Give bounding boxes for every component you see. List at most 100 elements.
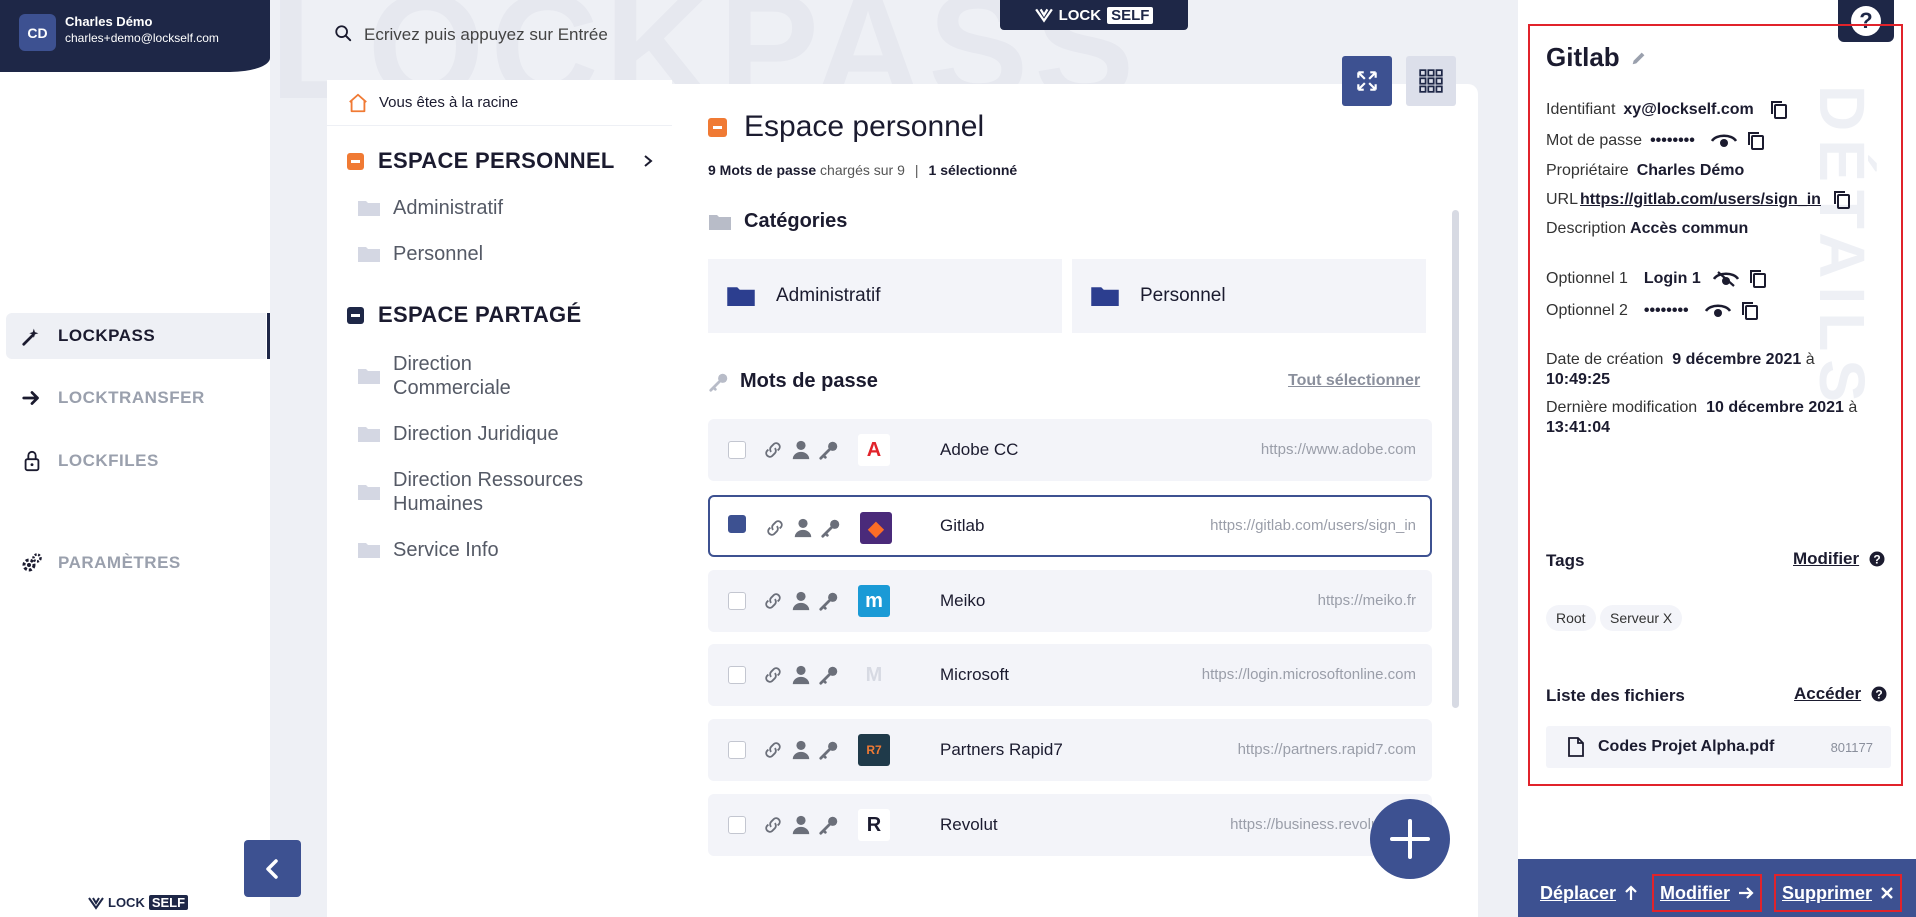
password-name: Revolut	[940, 815, 998, 834]
categories-title: Catégories	[708, 210, 847, 233]
grid-view-button[interactable]	[1406, 56, 1456, 106]
tree-folder-service-info[interactable]: Service Info	[357, 538, 499, 562]
tree-shared-space[interactable]: ESPACE PARTAGÉ	[347, 302, 581, 328]
link-icon[interactable]	[762, 739, 784, 761]
password-url[interactable]: https://login.microsoftonline.com	[1202, 666, 1416, 683]
link-icon[interactable]	[762, 590, 784, 612]
file-item[interactable]: Codes Projet Alpha.pdf 801177	[1546, 726, 1891, 768]
help-icon[interactable]: ?	[1871, 686, 1887, 702]
row-checkbox[interactable]	[728, 441, 746, 459]
password-url[interactable]: https://partners.rapid7.com	[1238, 741, 1416, 758]
key-icon[interactable]	[818, 664, 840, 686]
copy-icon[interactable]	[1833, 190, 1851, 210]
key-icon[interactable]	[818, 590, 840, 612]
password-name: Partners Rapid7	[940, 740, 1063, 759]
password-row[interactable]: R7 Partners Rapid7 https://partners.rapid7…	[708, 719, 1432, 781]
expand-button[interactable]	[1342, 56, 1392, 106]
user-icon[interactable]	[790, 664, 812, 686]
detail-value: Charles Démo	[1636, 162, 1745, 179]
tag-chip[interactable]: Root	[1546, 605, 1596, 631]
category-label: Administratif	[776, 285, 881, 306]
key-icon[interactable]	[818, 439, 840, 461]
nav-item-lockfiles[interactable]: LOCKFILES	[6, 438, 266, 484]
move-button[interactable]: Déplacer	[1534, 874, 1644, 912]
key-icon[interactable]	[818, 739, 840, 761]
password-row[interactable]: A Adobe CC https://www.adobe.com	[708, 419, 1432, 481]
key-icon[interactable]	[820, 517, 842, 539]
link-icon[interactable]	[762, 664, 784, 686]
tags-title: Tags	[1546, 551, 1585, 570]
category-card-administratif[interactable]: Administratif	[708, 259, 1062, 333]
key-icon[interactable]	[818, 814, 840, 836]
app-logo-icon: m	[858, 585, 890, 617]
row-actions	[762, 739, 840, 761]
row-checkbox[interactable]	[728, 666, 746, 684]
copy-icon[interactable]	[1747, 131, 1765, 151]
row-checkbox[interactable]	[728, 816, 746, 834]
copy-icon[interactable]	[1749, 269, 1767, 289]
eye-off-icon[interactable]	[1712, 270, 1739, 288]
help-icon[interactable]: ?	[1869, 551, 1885, 567]
user-icon[interactable]	[790, 590, 812, 612]
password-row[interactable]: M Microsoft https://login.microsoftonline.…	[708, 644, 1432, 706]
files-access-link[interactable]: Accéder ?	[1794, 684, 1887, 704]
eye-icon[interactable]	[1704, 302, 1731, 320]
row-checkbox[interactable]	[728, 741, 746, 759]
user-icon[interactable]	[790, 739, 812, 761]
tree-personal-space[interactable]: ESPACE PERSONNEL	[347, 148, 655, 174]
app-logo-icon: M	[865, 663, 883, 686]
link-icon[interactable]	[762, 439, 784, 461]
copy-icon[interactable]	[1770, 100, 1788, 120]
category-card-personnel[interactable]: Personnel	[1072, 259, 1426, 333]
password-url[interactable]: https://gitlab.com/users/sign_in	[1210, 517, 1416, 534]
row-checkbox[interactable]	[728, 515, 746, 533]
select-all-link[interactable]: Tout sélectionner	[1288, 372, 1420, 390]
lockself-top-logo: LOCK SELF	[1000, 0, 1188, 30]
password-row[interactable]: m Meiko https://meiko.fr	[708, 570, 1432, 632]
tree-folder-direction-commerciale[interactable]: Direction Commerciale	[357, 352, 511, 400]
detail-value: Login 1	[1643, 270, 1701, 287]
user-icon[interactable]	[790, 439, 812, 461]
delete-button[interactable]: Supprimer	[1774, 874, 1903, 912]
detail-modified: Dernière modification 10 décembre 2021 à…	[1546, 398, 1896, 438]
tag-chip[interactable]: Serveur X	[1600, 605, 1683, 631]
file-name: Codes Projet Alpha.pdf	[1598, 738, 1775, 755]
password-row[interactable]: R Revolut https://business.revolut.com	[708, 794, 1432, 856]
nav-item-parametres[interactable]: PARAMÈTRES	[6, 540, 266, 586]
detail-value: ••••••••	[1643, 302, 1689, 319]
add-password-button[interactable]	[1370, 799, 1450, 879]
nav-item-locktransfer[interactable]: LOCKTRANSFER	[6, 375, 266, 421]
tree-folder-personnel[interactable]: Personnel	[357, 242, 483, 266]
copy-icon[interactable]	[1741, 301, 1759, 321]
collapse-sidebar-button[interactable]	[244, 840, 301, 897]
tags-edit-link[interactable]: Modifier ?	[1793, 549, 1885, 569]
scrollbar[interactable]	[1452, 210, 1459, 708]
detail-optionnel-1: Optionnel 1 Login 1	[1546, 269, 1767, 289]
search-input[interactable]	[364, 20, 764, 50]
link-icon[interactable]	[762, 814, 784, 836]
user-icon[interactable]	[790, 814, 812, 836]
nav-item-lockpass[interactable]: LOCKPASS	[6, 313, 270, 359]
link-icon[interactable]	[764, 517, 786, 539]
user-block[interactable]: CD Charles Démo charles+demo@lockself.co…	[0, 0, 270, 72]
app-logo-icon: R	[858, 809, 890, 841]
password-url[interactable]: https://www.adobe.com	[1261, 441, 1416, 458]
logo-lock-text: LOCK	[108, 895, 145, 910]
pencil-icon[interactable]	[1630, 49, 1648, 67]
tree-folder-direction-juridique[interactable]: Direction Juridique	[357, 422, 559, 446]
breadcrumb[interactable]: Vous êtes à la racine	[327, 80, 672, 126]
personal-space-icon	[708, 117, 727, 137]
password-url[interactable]: https://meiko.fr	[1318, 592, 1416, 609]
avatar[interactable]: CD	[19, 14, 56, 51]
tree-folder-direction-rh[interactable]: Direction Ressources Humaines	[357, 468, 583, 516]
row-checkbox[interactable]	[728, 592, 746, 610]
eye-icon[interactable]	[1710, 132, 1737, 150]
detail-key: Identifiant	[1546, 101, 1616, 118]
folder-label: Service Info	[393, 539, 499, 561]
detail-url-link[interactable]: https://gitlab.com/users/sign_in	[1580, 191, 1821, 209]
password-row[interactable]: ◆ Gitlab https://gitlab.com/users/sign_in	[708, 495, 1432, 557]
user-icon[interactable]	[792, 517, 814, 539]
tree-folder-administratif[interactable]: Administratif	[357, 196, 503, 220]
edit-button[interactable]: Modifier	[1652, 874, 1762, 912]
delete-label: Supprimer	[1782, 882, 1873, 903]
